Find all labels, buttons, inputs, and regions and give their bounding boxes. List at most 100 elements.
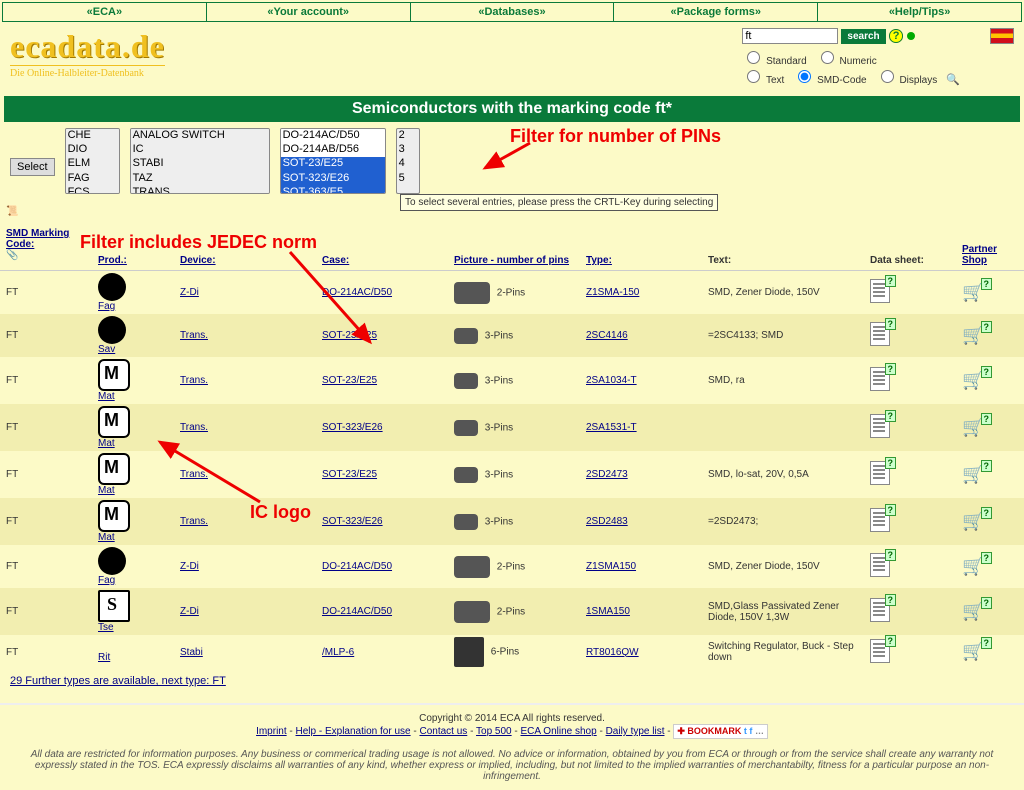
type-link[interactable]: 2SA1531-T	[586, 422, 637, 433]
case-link[interactable]: SOT-23/E25	[322, 469, 377, 480]
radio-numeric[interactable]: Numeric	[816, 56, 883, 67]
device-link[interactable]: Z-Di	[180, 606, 199, 617]
nav-help[interactable]: «Help/Tips»	[818, 3, 1021, 21]
col-prod[interactable]: Prod.:	[98, 255, 127, 266]
datasheet-button[interactable]: ?	[870, 322, 890, 349]
device-link[interactable]: Trans.	[180, 469, 208, 480]
shop-button[interactable]: ?	[962, 370, 988, 392]
further-types-link[interactable]: 29 Further types are available, next typ…	[10, 675, 226, 687]
nav-account[interactable]: «Your account»	[207, 3, 411, 21]
col-shop[interactable]: Partner Shop	[956, 202, 1024, 271]
type-link[interactable]: 2SC4146	[586, 330, 628, 341]
package-icon	[454, 282, 490, 304]
filter-pins[interactable]: 2345	[396, 128, 420, 194]
case-link[interactable]: SOT-23/E25	[322, 375, 377, 386]
shop-button[interactable]: ?	[962, 282, 988, 304]
nav-databases[interactable]: «Databases»	[411, 3, 615, 21]
type-link[interactable]: Z1SMA-150	[586, 287, 639, 298]
prod-link[interactable]: Mat	[98, 532, 115, 543]
case-link[interactable]: DO-214AC/D50	[322, 287, 392, 298]
type-link[interactable]: 2SA1034-T	[586, 375, 637, 386]
search-button[interactable]: search	[841, 29, 885, 44]
shop-button[interactable]: ?	[962, 556, 988, 578]
device-link[interactable]: Trans.	[180, 330, 208, 341]
type-link[interactable]: 2SD2483	[586, 516, 628, 527]
footer-link[interactable]: ECA Online shop	[521, 726, 597, 737]
shop-button[interactable]: ?	[962, 511, 988, 533]
type-link[interactable]: RT8016QW	[586, 647, 639, 658]
device-link[interactable]: Stabi	[180, 647, 203, 658]
col-type[interactable]: Type:	[586, 255, 612, 266]
case-link[interactable]: SOT-323/E26	[322, 516, 383, 527]
device-link[interactable]: Trans.	[180, 422, 208, 433]
footer-link[interactable]: Contact us	[419, 726, 467, 737]
datasheet-button[interactable]: ?	[870, 461, 890, 488]
case-link[interactable]: SOT-23/E25	[322, 330, 377, 341]
shop-button[interactable]: ?	[962, 417, 988, 439]
device-link[interactable]: Trans.	[180, 516, 208, 527]
search-input[interactable]	[742, 28, 838, 44]
prod-link[interactable]: Mat	[98, 485, 115, 496]
cell-text: Switching Regulator, Buck - Step down	[702, 635, 864, 669]
footer-link[interactable]: Daily type list	[606, 726, 665, 737]
results-table: 📜 SMD Marking Code: 📎 Prod.: Device: Cas…	[0, 202, 1024, 669]
cell-code: FT	[0, 271, 92, 315]
nav-package-forms[interactable]: «Package forms»	[614, 3, 818, 21]
type-link[interactable]: Z1SMA150	[586, 561, 636, 572]
nav-eca[interactable]: «ECA»	[3, 3, 207, 21]
radio-text[interactable]: Text	[742, 75, 790, 86]
radio-smd[interactable]: SMD-Code	[793, 75, 872, 86]
case-link[interactable]: DO-214AC/D50	[322, 561, 392, 572]
select-button[interactable]: Select	[10, 158, 55, 176]
datasheet-button[interactable]: ?	[870, 508, 890, 535]
table-row: FTMatTrans.SOT-23/E25 3-Pins2SA1034-TSMD…	[0, 357, 1024, 404]
footer-link[interactable]: Help - Explanation for use	[296, 726, 411, 737]
prod-link[interactable]: Mat	[98, 438, 115, 449]
device-link[interactable]: Z-Di	[180, 561, 199, 572]
datasheet-button[interactable]: ?	[870, 367, 890, 394]
datasheet-button[interactable]: ?	[870, 553, 890, 580]
prod-link[interactable]: Mat	[98, 391, 115, 402]
prod-link[interactable]: Fag	[98, 301, 115, 312]
col-case[interactable]: Case:	[322, 255, 349, 266]
case-link[interactable]: DO-214AC/D50	[322, 606, 392, 617]
prod-link[interactable]: Rit	[98, 652, 110, 663]
help-icon[interactable]: ?	[889, 29, 904, 43]
magnifier-icon[interactable]: 🔍	[946, 74, 960, 86]
datasheet-button[interactable]: ?	[870, 279, 890, 306]
cell-text: SMD, Zener Diode, 150V	[702, 545, 864, 588]
shop-button[interactable]: ?	[962, 601, 988, 623]
case-link[interactable]: SOT-323/E26	[322, 422, 383, 433]
datasheet-button[interactable]: ?	[870, 639, 890, 666]
filter-device[interactable]: ANALOG SWITCHICSTABITAZTRANS.	[130, 128, 270, 194]
device-link[interactable]: Z-Di	[180, 287, 199, 298]
prod-link[interactable]: Fag	[98, 575, 115, 586]
footer-link[interactable]: Imprint	[256, 726, 287, 737]
datasheet-button[interactable]: ?	[870, 414, 890, 441]
page-title: Semiconductors with the marking code ft*	[4, 96, 1020, 122]
cell-text: SMD, lo-sat, 20V, 0,5A	[702, 451, 864, 498]
radio-displays[interactable]: Displays	[876, 75, 944, 86]
col-picture-pins[interactable]: Picture - number of pins	[454, 255, 569, 266]
cell-text: =2SD2473;	[702, 498, 864, 545]
case-link[interactable]: /MLP-6	[322, 647, 354, 658]
col-smd-code[interactable]: SMD Marking Code:	[6, 228, 69, 250]
filter-case[interactable]: DO-214AC/D50DO-214AB/D56SOT-23/E25SOT-32…	[280, 128, 386, 194]
type-link[interactable]: 2SD2473	[586, 469, 628, 480]
bookmark-button[interactable]: ✚ BOOKMARK t f …	[673, 724, 768, 739]
col-device[interactable]: Device:	[180, 255, 216, 266]
package-icon	[454, 420, 478, 436]
shop-button[interactable]: ?	[962, 325, 988, 347]
device-link[interactable]: Trans.	[180, 375, 208, 386]
search-area: search ? Standard Numeric Text SMD-Code …	[742, 28, 970, 86]
datasheet-button[interactable]: ?	[870, 598, 890, 625]
shop-button[interactable]: ?	[962, 641, 988, 663]
language-flag-es[interactable]	[990, 28, 1014, 44]
footer-link[interactable]: Top 500	[476, 726, 512, 737]
radio-standard[interactable]: Standard	[742, 56, 812, 67]
filter-manufacturer[interactable]: CHEDIOELMFAGFCS	[65, 128, 120, 194]
prod-link[interactable]: Tse	[98, 622, 114, 633]
type-link[interactable]: 1SMA150	[586, 606, 630, 617]
prod-link[interactable]: Sav	[98, 344, 115, 355]
shop-button[interactable]: ?	[962, 464, 988, 486]
